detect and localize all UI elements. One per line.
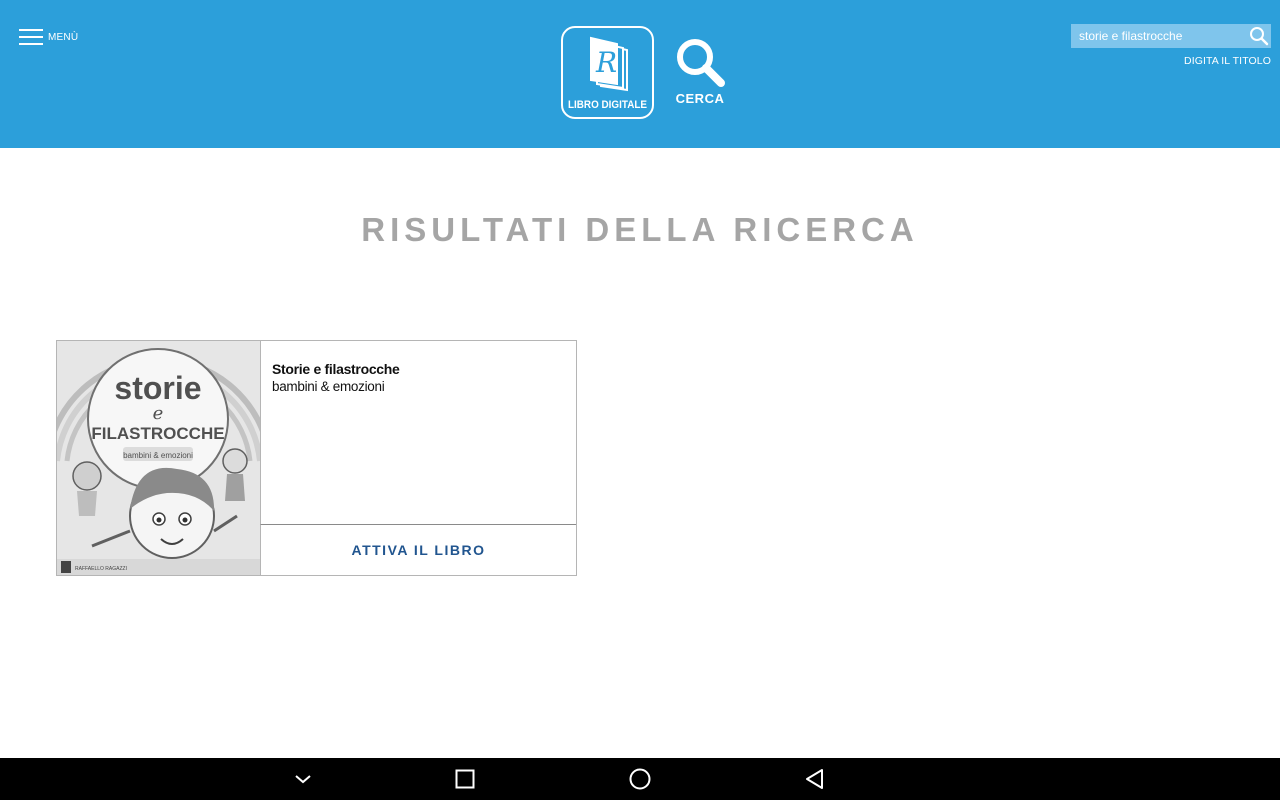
svg-text:RAFFAELLO RAGAZZI: RAFFAELLO RAGAZZI [75,566,127,572]
hamburger-icon [19,29,43,45]
magnifier-icon [677,39,725,87]
book-cover-illustration: storie e FILASTROCCHE bambini & emozioni… [57,341,260,575]
menu-label: MENÙ [48,31,79,43]
svg-text:e: e [153,403,164,424]
search-box [1071,24,1271,48]
search-icon[interactable] [1249,26,1269,46]
search-input[interactable] [1071,24,1247,48]
activate-book-button[interactable]: ATTIVA IL LIBRO [260,525,576,575]
svg-text:storie: storie [114,370,201,406]
app-header: MENÙ R LIBRO DIGITALE CERCA DIGITA IL TI… [0,0,1280,148]
cerca-button[interactable]: CERCA [672,38,728,110]
book-subtitle: bambini & emozioni [272,379,385,394]
svg-text:R: R [595,46,617,79]
svg-text:FILASTROCCHE: FILASTROCCHE [91,424,224,443]
book-cover[interactable]: storie e FILASTROCCHE bambini & emozioni… [57,341,260,575]
chevron-down-icon[interactable] [291,767,315,791]
libro-digitale-logo[interactable]: R LIBRO DIGITALE [561,26,654,119]
book-logo-icon: R [590,36,628,92]
system-navigation-bar [0,758,1280,800]
cerca-label: CERCA [675,91,725,106]
book-title[interactable]: Storie e filastrocche [272,361,400,377]
page-title: RISULTATI DELLA RICERCA [361,211,919,248]
recent-apps-icon[interactable] [453,767,477,791]
home-icon[interactable] [628,767,652,791]
svg-text:bambini & emozioni: bambini & emozioni [123,451,193,460]
back-icon[interactable] [803,767,827,791]
menu-button[interactable]: MENÙ [19,28,78,46]
search-hint: DIGITA IL TITOLO [1184,55,1271,67]
logo-text: LIBRO DIGITALE [567,99,648,111]
book-result-card: storie e FILASTROCCHE bambini & emozioni… [56,340,577,576]
book-info: Storie e filastrocche bambini & emozioni [260,341,576,525]
